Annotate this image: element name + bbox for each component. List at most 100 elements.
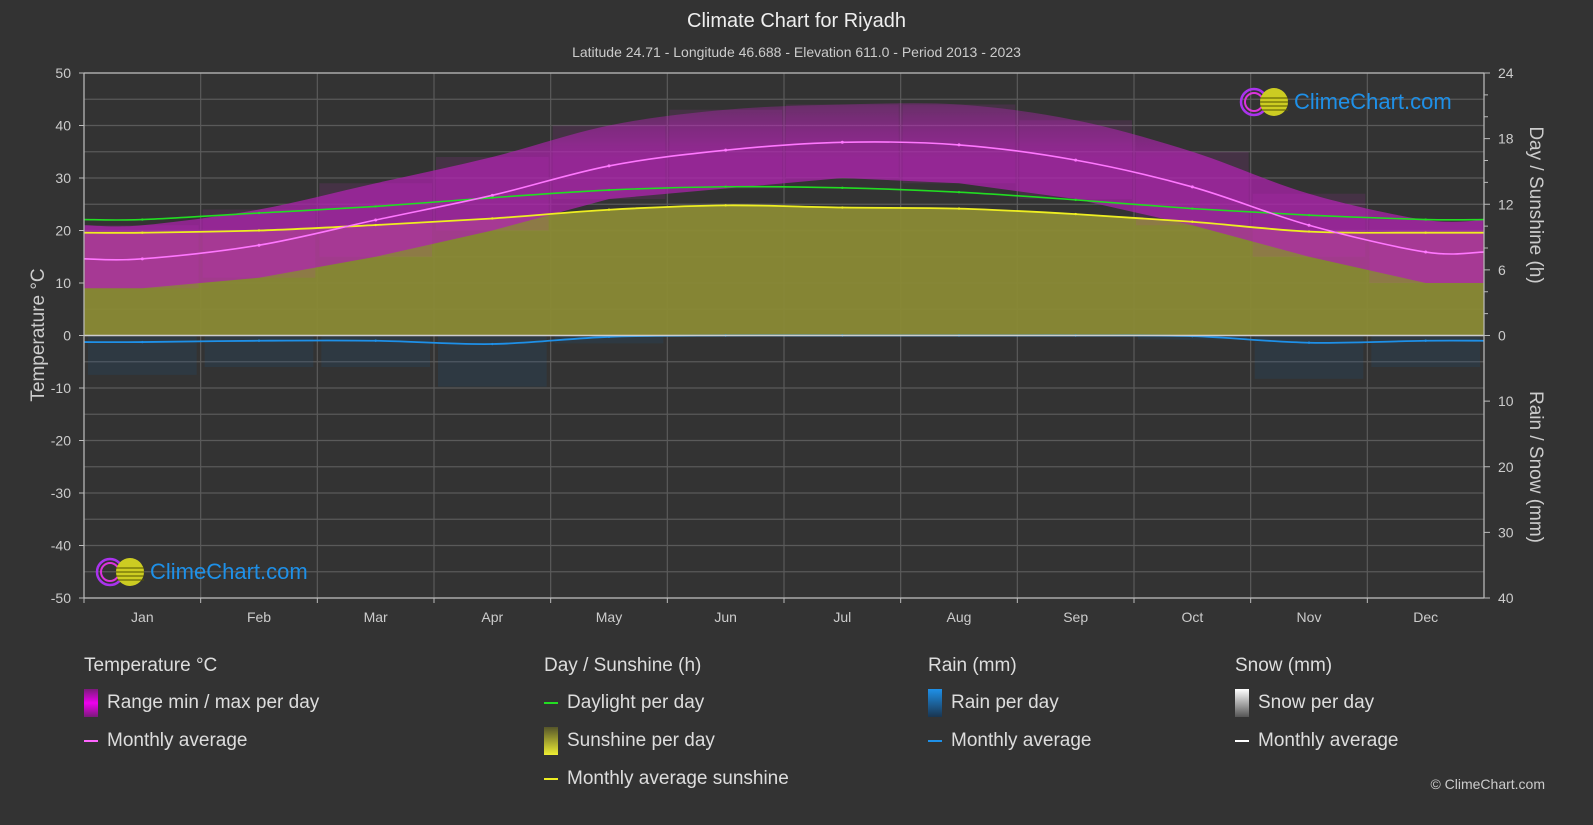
temp-avg-point xyxy=(1307,223,1311,227)
temp-avg-point xyxy=(840,140,844,144)
legend-heading: Day / Sunshine (h) xyxy=(544,655,702,676)
right-top-tick-label: 18 xyxy=(1498,131,1514,147)
snow-avg-swatch xyxy=(1235,740,1249,742)
logo-top-right[interactable]: ClimeChart.com xyxy=(1238,86,1452,118)
legend-label: Snow per day xyxy=(1258,692,1375,713)
legend-sunshine: Day / Sunshine (h) Daylight per day Suns… xyxy=(544,655,789,805)
rain-swatch xyxy=(928,689,942,717)
legend-rain: Rain (mm) Rain per day Monthly average xyxy=(928,655,1091,767)
rain-avg-swatch xyxy=(928,740,942,742)
x-tick-label: Oct xyxy=(1181,609,1203,625)
legend-label: Daylight per day xyxy=(567,692,705,713)
rain-point xyxy=(374,339,377,342)
legend-item-snow[interactable]: Snow per day xyxy=(1235,689,1398,717)
x-tick-label: Jul xyxy=(833,609,851,625)
temp-avg-point xyxy=(607,164,611,168)
rain-point xyxy=(1307,341,1311,344)
legend-label: Monthly average sunshine xyxy=(567,768,789,789)
left-tick-label: -10 xyxy=(51,380,71,396)
x-tick-label: Nov xyxy=(1297,609,1322,625)
x-tick-label: Aug xyxy=(947,609,972,625)
left-tick-label: -20 xyxy=(51,433,71,449)
daylight-point xyxy=(724,185,727,188)
x-tick-label: Sep xyxy=(1063,609,1088,625)
legend-item-daylight[interactable]: Daylight per day xyxy=(544,691,789,715)
left-tick-label: 20 xyxy=(55,223,71,239)
temp-avg-point xyxy=(1424,250,1428,254)
legend-heading: Rain (mm) xyxy=(928,655,1017,676)
daylight-point xyxy=(141,218,144,221)
left-axis-title: Temperature °C xyxy=(28,268,49,401)
temp-avg-point xyxy=(257,243,261,247)
snow-swatch xyxy=(1235,689,1249,717)
daylight-point xyxy=(1074,198,1077,202)
sunshine-point xyxy=(1074,212,1077,216)
legend-snow: Snow (mm) Snow per day Monthly average xyxy=(1235,655,1398,767)
left-tick-label: 0 xyxy=(63,328,71,344)
legend-item-temp-range[interactable]: Range min / max per day xyxy=(84,689,320,717)
legend-label: Rain per day xyxy=(951,692,1059,713)
temp-avg-swatch xyxy=(84,740,98,742)
right-top-axis-title: Day / Sunshine (h) xyxy=(1525,126,1546,283)
rain-point xyxy=(257,339,261,342)
right-bottom-axis-title: Rain / Snow (mm) xyxy=(1525,391,1546,543)
legend-item-rain[interactable]: Rain per day xyxy=(928,689,1091,717)
legend-item-rain-avg[interactable]: Monthly average xyxy=(928,729,1091,753)
temp-avg-point xyxy=(957,143,961,147)
temp-avg-point xyxy=(140,257,144,261)
temp-range-bar xyxy=(202,209,316,278)
temp-avg-point xyxy=(490,193,494,197)
x-tick-label: Mar xyxy=(364,609,388,625)
daylight-point xyxy=(374,205,377,208)
x-tick-label: Apr xyxy=(481,609,503,625)
left-tick-label: 10 xyxy=(55,275,71,291)
right-top-tick-label: 0 xyxy=(1498,328,1506,344)
logo-text: ClimeChart.com xyxy=(150,559,308,584)
climechart-logo-icon xyxy=(95,557,144,587)
temp-avg-point xyxy=(1190,185,1194,189)
rain-point xyxy=(1424,339,1427,342)
temp-avg-point xyxy=(1074,158,1078,162)
sunshine-avg-swatch xyxy=(544,778,558,780)
right-bottom-tick-label: 20 xyxy=(1498,459,1514,475)
sunshine-point xyxy=(724,204,727,207)
legend-label: Monthly average xyxy=(1258,730,1399,751)
temp-range-swatch xyxy=(84,689,98,717)
rain-point xyxy=(141,340,144,344)
legend-item-sunshine-avg[interactable]: Monthly average sunshine xyxy=(544,767,789,791)
sunshine-point xyxy=(491,217,494,220)
sunshine-point xyxy=(141,231,144,234)
sunshine-point xyxy=(1191,220,1194,223)
copyright: © ClimeChart.com xyxy=(1430,776,1545,792)
daylight-point xyxy=(957,191,961,194)
x-tick-label: Jan xyxy=(131,609,154,625)
logo-text: ClimeChart.com xyxy=(1294,89,1452,114)
daylight-point xyxy=(841,186,844,190)
legend-label: Range min / max per day xyxy=(107,692,320,713)
legend-label: Monthly average xyxy=(951,730,1092,751)
right-bottom-tick-label: 40 xyxy=(1498,590,1514,606)
x-tick-label: Jun xyxy=(714,609,737,625)
legend-item-sunshine[interactable]: Sunshine per day xyxy=(544,727,789,755)
right-bottom-tick-label: 30 xyxy=(1498,524,1514,540)
sunshine-point xyxy=(374,223,377,227)
right-top-tick-label: 6 xyxy=(1498,262,1506,278)
legend-temperature: Temperature °C Range min / max per day M… xyxy=(84,655,319,767)
legend-item-snow-avg[interactable]: Monthly average xyxy=(1235,729,1398,753)
sunshine-point xyxy=(1307,230,1311,233)
sunshine-point xyxy=(1424,231,1427,234)
temp-avg-point xyxy=(724,148,728,152)
daylight-point xyxy=(1424,218,1427,221)
right-top-tick-label: 24 xyxy=(1498,65,1514,81)
legend-heading: Snow (mm) xyxy=(1235,655,1333,676)
daylight-swatch xyxy=(544,702,558,704)
logo-bottom-left[interactable]: ClimeChart.com xyxy=(94,556,308,588)
left-tick-label: -50 xyxy=(51,590,71,606)
legend-item-temp-avg[interactable]: Monthly average xyxy=(84,729,319,753)
temp-range-bar xyxy=(86,225,199,289)
sunshine-swatch xyxy=(544,727,558,755)
legend-heading: Temperature °C xyxy=(84,655,218,676)
left-tick-label: 50 xyxy=(55,65,71,81)
sunshine-point xyxy=(957,207,961,210)
climechart-logo-icon xyxy=(1239,87,1288,117)
